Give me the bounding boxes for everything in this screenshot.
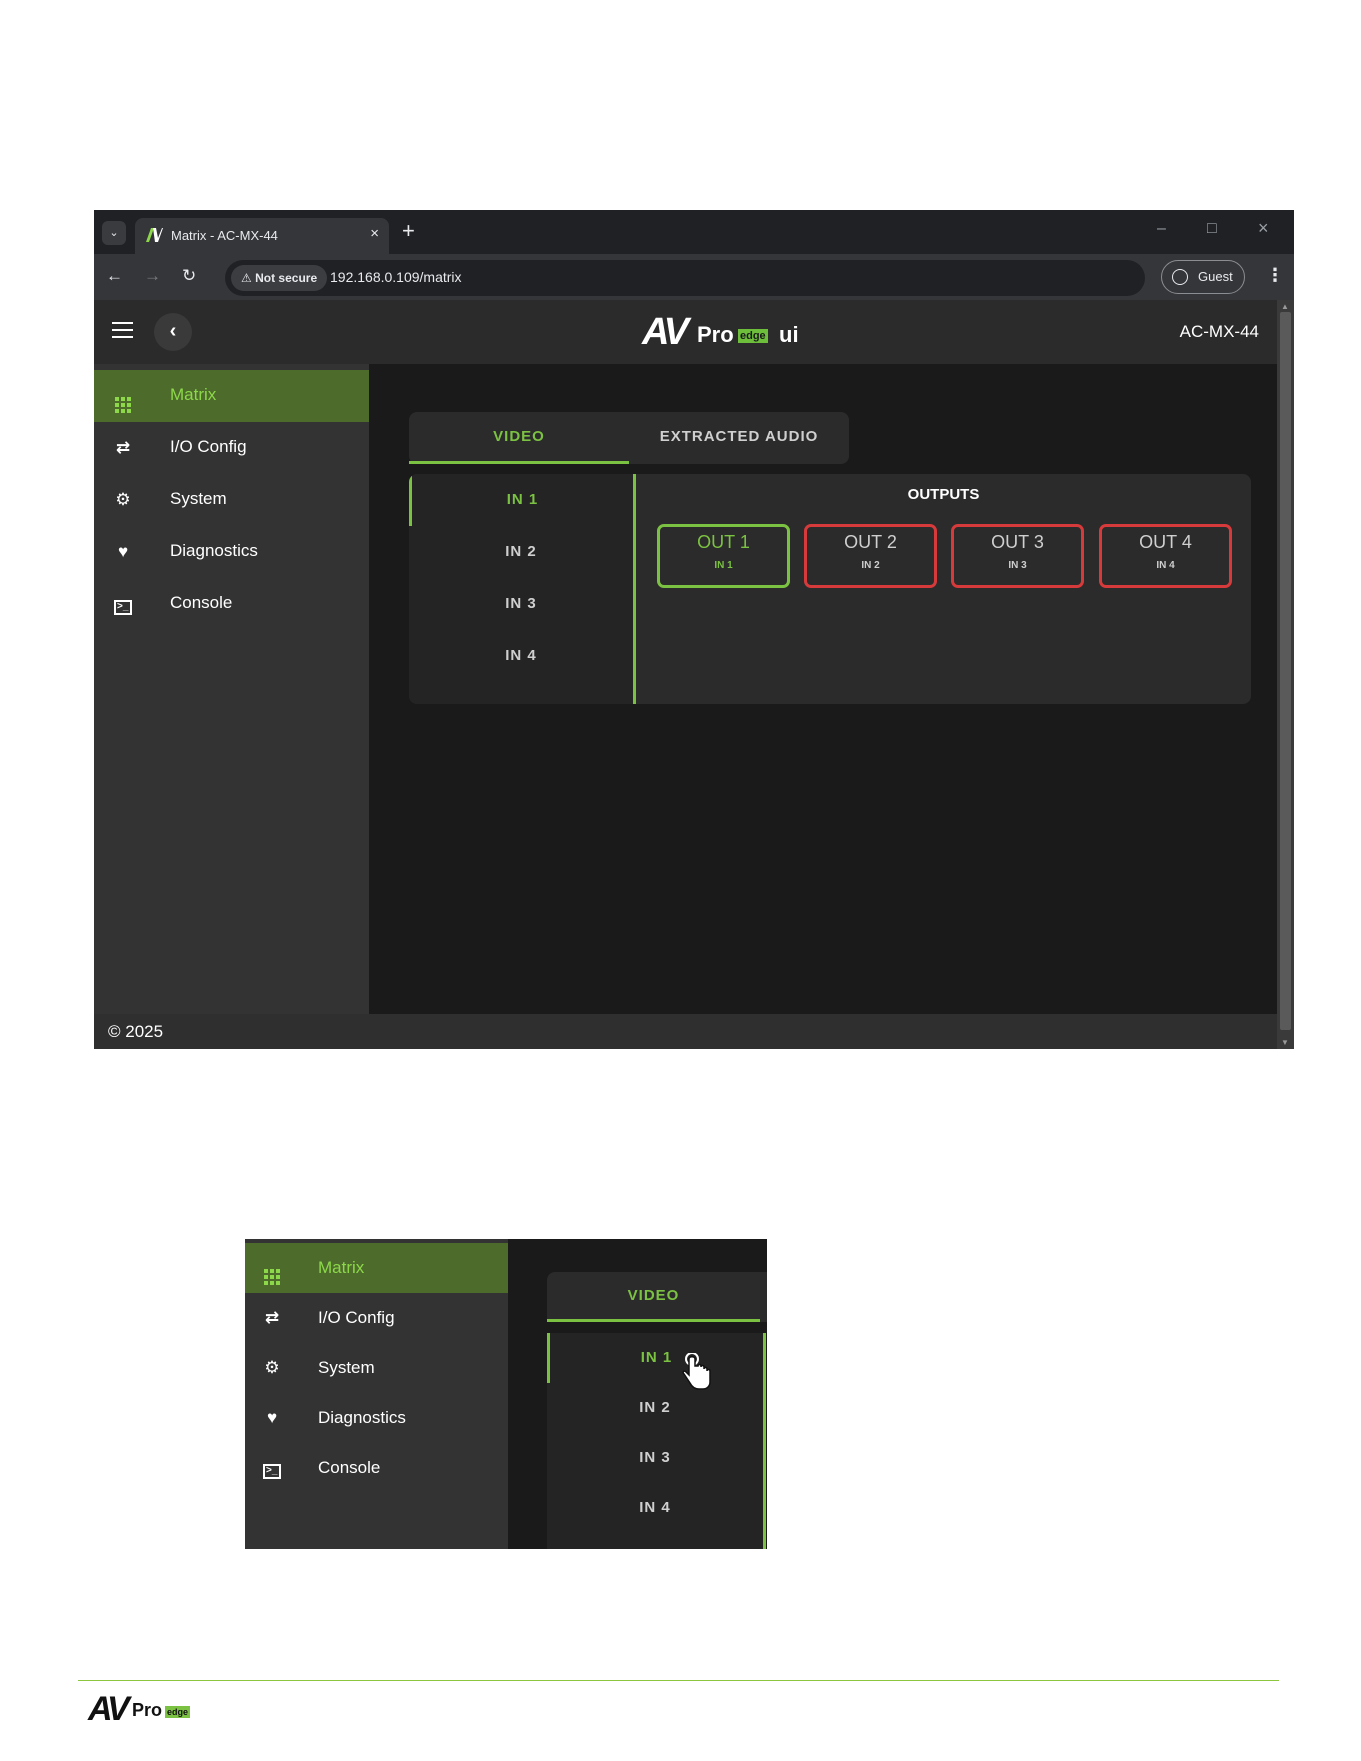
output-name: OUT 3 [991,532,1044,552]
heartbeat-icon: ♥ [266,1408,278,1427]
security-chip[interactable]: ⚠ Not secure [231,265,328,291]
tab-title: Matrix - AC-MX-44 [171,228,278,243]
window-close-icon[interactable]: × [1258,218,1269,239]
hand-pointer-cursor-icon [682,1353,711,1390]
outputs-heading: OUTPUTS [907,486,980,503]
sidebar-item-system[interactable]: ⚙ System [245,1343,508,1393]
sidebar-item-label: Diagnostics [318,1408,406,1427]
output-name: OUT 4 [1139,532,1192,552]
inset-input-list: IN 1 IN 2 IN 3 IN 4 [547,1333,766,1549]
output-name: OUT 1 [697,532,750,552]
sidebar-item-label: System [318,1358,375,1377]
tab-video[interactable]: VIDEO [547,1272,760,1322]
output-source: IN 4 [1156,560,1175,571]
sidebar-item-label: Console [170,593,233,612]
input-in-1[interactable]: IN 1 [409,474,633,526]
address-bar: ← → ↻ ⚠ Not secure 192.168.0.109/matrix … [94,254,1294,300]
sidebar-item-io-config[interactable]: ⇄ I/O Config [245,1293,508,1343]
inset-sidebar: Matrix ⇄ I/O Config ⚙ System ♥ Diagnosti… [245,1239,508,1549]
security-label: Not secure [255,271,318,285]
browser-window: ⌄ Matrix - AC-MX-44 × + – □ × ← → ↻ ⚠ No… [94,210,1294,1049]
scrollbar[interactable]: ▲ ▼ [1277,300,1294,1049]
sidebar-item-io-config[interactable]: ⇄ I/O Config [94,422,369,474]
input-in-4[interactable]: IN 4 [409,630,633,682]
new-tab-button[interactable]: + [402,218,415,244]
output-source: IN 2 [861,560,880,571]
grid-icon [261,1258,283,1285]
browser-menu-icon[interactable]: ⋮ [1266,265,1284,286]
output-out-1[interactable]: OUT 1 IN 1 [657,524,790,588]
omnibox[interactable]: ⚠ Not secure 192.168.0.109/matrix [225,260,1145,296]
heartbeat-icon: ♥ [117,542,129,561]
input-in-3[interactable]: IN 3 [547,1433,763,1483]
sidebar-item-diagnostics[interactable]: ♥ Diagnostics [245,1393,508,1443]
tab-search-button[interactable]: ⌄ [102,221,126,245]
tab-close-icon[interactable]: × [370,225,379,242]
copyright-text: © 2025 [108,1022,164,1041]
output-source: IN 1 [714,560,733,571]
minimize-icon[interactable]: – [1157,220,1166,238]
profile-icon [1172,269,1188,285]
grid-icon [112,386,134,413]
terminal-icon: >_ [112,594,134,615]
avpro-edge-footer-logo: AV Pro edge [88,1690,191,1728]
footer-rule [78,1680,1279,1681]
avpro-favicon-icon [146,228,163,242]
browser-tab[interactable]: Matrix - AC-MX-44 × [135,218,389,254]
input-in-4[interactable]: IN 4 [547,1483,763,1533]
input-in-2[interactable]: IN 2 [547,1383,763,1433]
sidebar-item-matrix[interactable]: Matrix [94,370,369,422]
output-out-4[interactable]: OUT 4 IN 4 [1099,524,1232,588]
profile-label: Guest [1198,269,1233,284]
sidebar-item-diagnostics[interactable]: ♥ Diagnostics [94,526,369,578]
maximize-icon[interactable]: □ [1207,220,1217,238]
terminal-icon: >_ [261,1458,283,1479]
app-header: ‹ AV Pro edge ui AC-MX-44 [94,300,1277,364]
output-name: OUT 2 [844,532,897,552]
sidebar-item-label: Diagnostics [170,541,258,560]
url-text[interactable]: 192.168.0.109/matrix [330,269,462,285]
signal-tabs: VIDEO EXTRACTED AUDIO [409,412,849,464]
sidebar-item-system[interactable]: ⚙ System [94,474,369,526]
tab-video[interactable]: VIDEO [409,412,629,464]
scroll-thumb[interactable] [1280,312,1291,1030]
tab-strip: ⌄ Matrix - AC-MX-44 × + – □ × [94,210,1294,254]
profile-button[interactable]: Guest [1161,260,1245,294]
input-in-3[interactable]: IN 3 [409,578,633,630]
app-footer: © 2025 [94,1014,1277,1049]
reload-icon[interactable]: ↻ [182,266,196,286]
sidebar-item-label: Console [318,1458,381,1477]
swap-arrows-icon: ⇄ [264,1308,280,1327]
output-out-2[interactable]: OUT 2 IN 2 [804,524,937,588]
sidebar-item-label: System [170,489,227,508]
gear-icon: ⚙ [115,490,131,509]
gear-icon: ⚙ [264,1358,280,1377]
scroll-up-icon[interactable]: ▲ [1281,302,1289,311]
sidebar-item-label: I/O Config [318,1308,395,1327]
matrix-panel: IN 1 IN 2 IN 3 IN 4 OUTPUTS OUT 1 IN 1 O… [409,474,1251,704]
device-name: AC-MX-44 [1179,322,1259,341]
sidebar-item-label: I/O Config [170,437,247,456]
output-source: IN 3 [1008,560,1027,571]
sidebar-item-console[interactable]: >_ Console [94,578,369,630]
input-in-2[interactable]: IN 2 [409,526,633,578]
warning-icon: ⚠ [241,271,252,285]
back-arrow-icon[interactable]: ← [106,266,123,286]
collapse-sidebar-button[interactable]: ‹ [154,313,192,351]
zoomed-inset: Matrix ⇄ I/O Config ⚙ System ♥ Diagnosti… [245,1239,767,1549]
forward-arrow-icon[interactable]: → [144,266,161,286]
sidebar: Matrix ⇄ I/O Config ⚙ System ♥ Diagnosti… [94,364,369,1014]
sidebar-item-matrix[interactable]: Matrix [245,1243,508,1293]
hamburger-menu-icon[interactable] [112,322,133,343]
inset-signal-tabs: VIDEO [547,1272,767,1322]
sidebar-item-console[interactable]: >_ Console [245,1443,508,1493]
tab-extracted-audio[interactable]: EXTRACTED AUDIO [629,412,849,464]
sidebar-item-label: Matrix [170,385,217,404]
input-list: IN 1 IN 2 IN 3 IN 4 [409,474,636,704]
output-out-3[interactable]: OUT 3 IN 3 [951,524,1084,588]
scroll-down-icon[interactable]: ▼ [1281,1038,1289,1047]
swap-arrows-icon: ⇄ [115,438,131,457]
sidebar-item-label: Matrix [318,1258,365,1277]
input-in-1[interactable]: IN 1 [547,1333,763,1383]
